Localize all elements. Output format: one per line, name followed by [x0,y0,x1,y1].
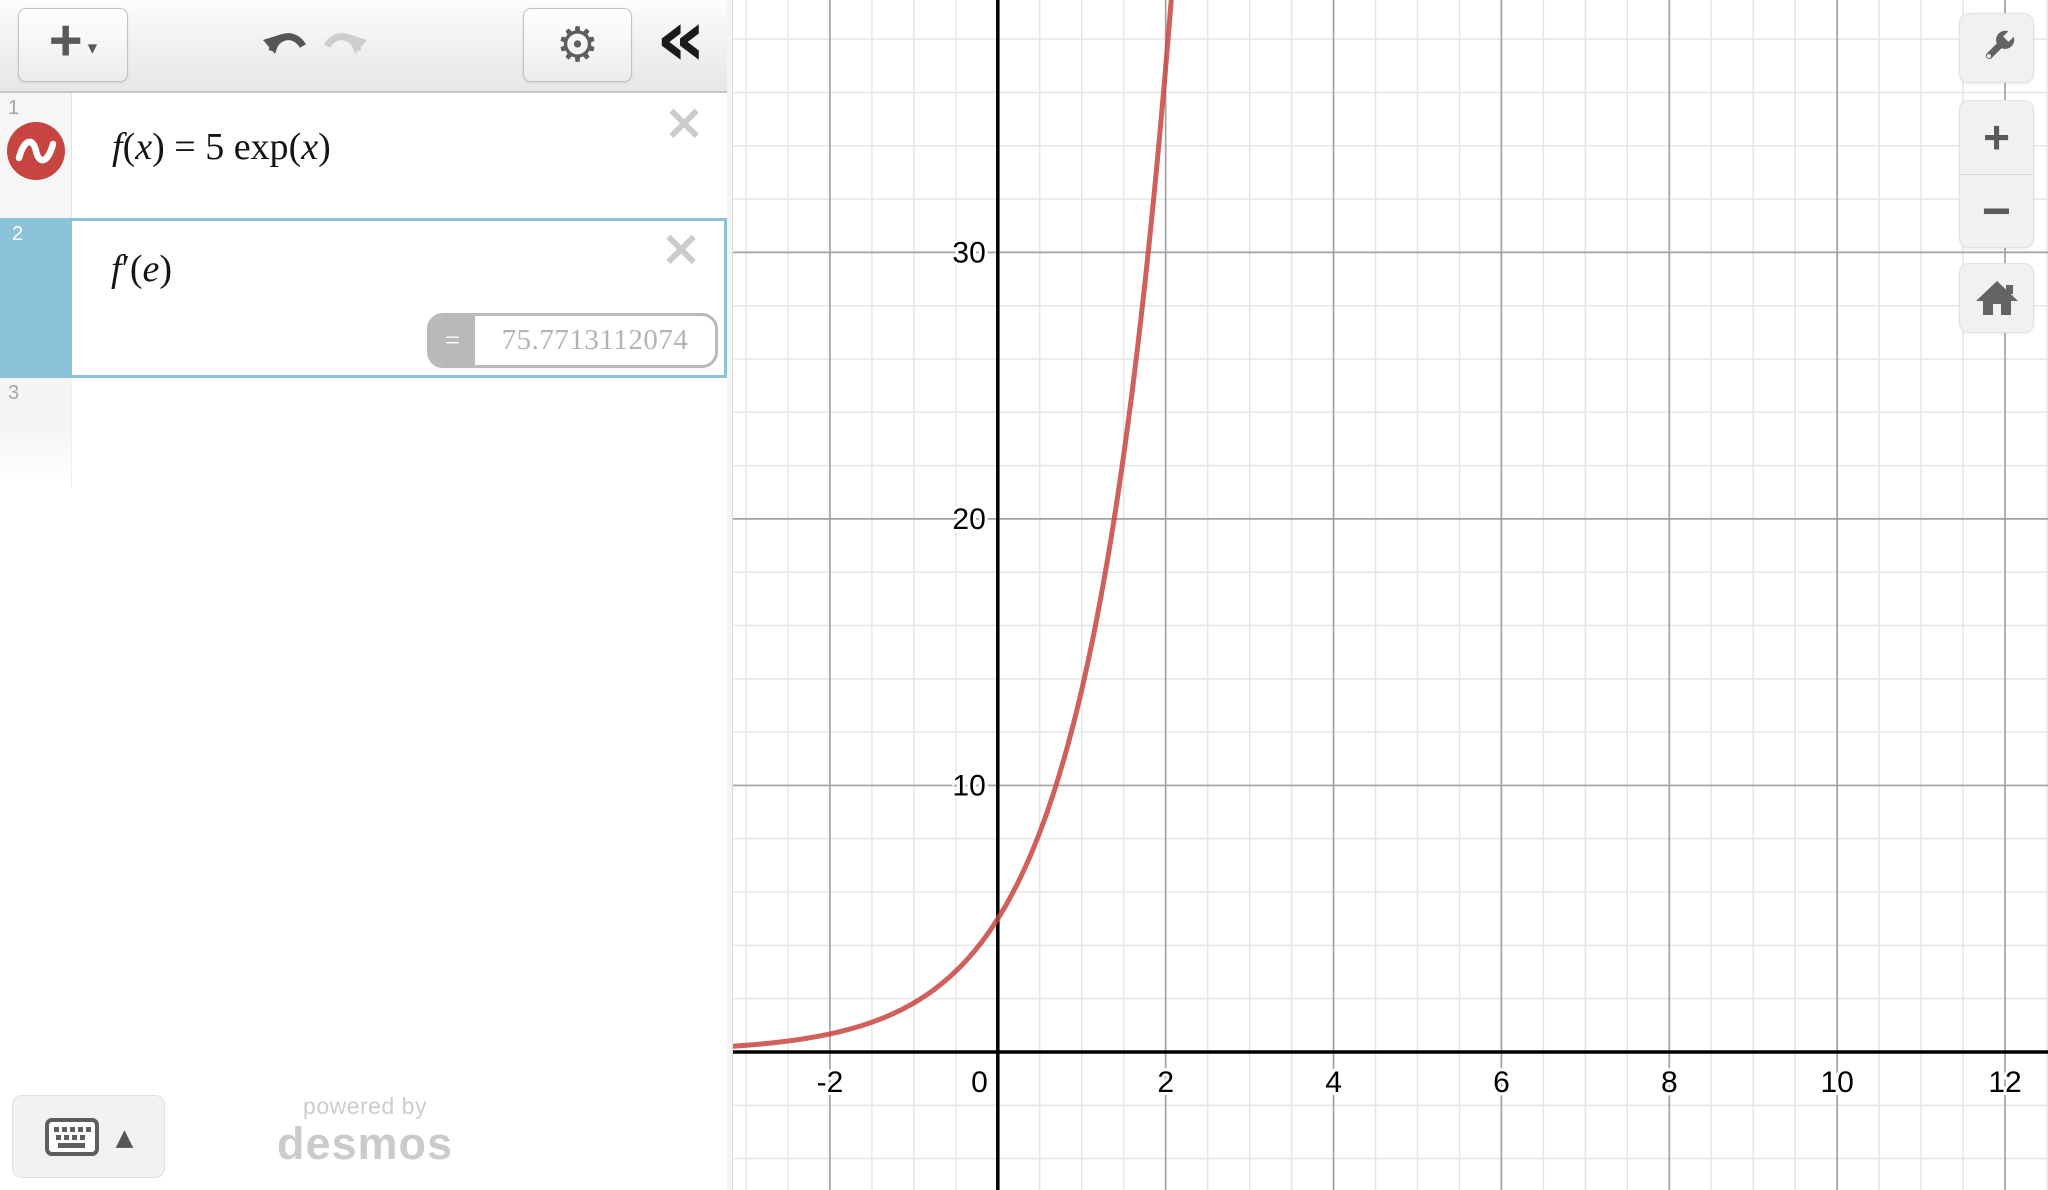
wrench-icon [1974,25,2020,71]
svg-text:10: 10 [1820,1066,1853,1099]
expression-gutter: 3 [0,378,72,488]
chevron-down-icon: ▾ [88,37,98,60]
result-value: 75.7713112074 [475,316,715,365]
graph-paper[interactable]: -2 0 2 4 6 8 10 12 10 20 30 [733,0,2048,1190]
desmos-curve-icon [13,128,59,174]
show-keyboard-button[interactable]: ▲ [12,1095,165,1178]
expression-gutter: 2 [3,221,72,375]
zoom-control: + − [1959,100,2034,248]
gear-icon: ⚙ [556,21,599,69]
double-chevron-left-icon: « [656,0,706,84]
svg-text:2: 2 [1157,1066,1174,1099]
expression-sidebar: + ▾ ⚙ « 1 [0,0,727,1190]
row-number: 1 [8,97,19,120]
zoom-in-button[interactable]: + [1960,101,2033,174]
curve-visibility-toggle[interactable] [7,122,65,180]
expression-row-2-selected[interactable]: 2 f′(e) × = 75.7713112074 [0,218,727,378]
add-expression-button[interactable]: + ▾ [18,8,128,82]
svg-text:30: 30 [952,236,985,269]
expression-gutter: 1 [0,93,72,218]
svg-text:0: 0 [971,1066,988,1099]
expression-math[interactable]: f′(e) [111,247,172,291]
expression-row-1[interactable]: 1 f(x) = 5 exp(x) × [0,93,727,218]
desmos-wordmark: desmos [240,1120,490,1167]
plus-icon: + [1983,110,2010,164]
default-viewport-button[interactable] [1959,263,2034,333]
row-number: 3 [8,382,19,405]
close-icon[interactable]: × [663,97,705,147]
row-number: 2 [12,223,23,246]
expression-list: 1 f(x) = 5 exp(x) × 2 f′(e) × = 75.77131… [0,93,727,488]
sidebar-resize-handle[interactable] [727,0,733,1190]
expression-toolbar: + ▾ ⚙ « [0,0,727,93]
svg-text:4: 4 [1325,1066,1342,1099]
evaluation-result: = 75.7713112074 [427,313,718,368]
minus-icon: − [1982,182,2011,240]
powered-by-text: powered by [240,1094,490,1118]
svg-text:-2: -2 [817,1066,844,1099]
collapse-sidebar-button[interactable]: « [651,0,711,94]
graph-canvas[interactable]: -2 0 2 4 6 8 10 12 10 20 30 [733,0,2048,1190]
graph-settings-button[interactable]: ⚙ [523,8,632,82]
close-icon[interactable]: × [660,223,702,273]
graph-tools-button[interactable] [1959,13,2034,83]
expression-math[interactable]: f(x) = 5 exp(x) [112,125,331,169]
grid-major-lines [733,0,2048,1190]
plus-icon: + [49,12,83,70]
keyboard-icon [44,1116,100,1158]
zoom-out-button[interactable]: − [1960,174,2033,248]
axes [733,0,2048,1190]
redo-arrow-icon [321,26,368,66]
undo-arrow-icon [262,26,309,66]
triangle-up-icon: ▲ [116,1125,134,1151]
equals-badge: = [430,316,475,365]
redo-button[interactable] [321,26,368,71]
svg-text:8: 8 [1661,1066,1678,1099]
expression-row-3-empty[interactable]: 3 [0,378,727,488]
branding: powered by desmos [240,1094,490,1167]
svg-text:6: 6 [1493,1066,1510,1099]
svg-text:12: 12 [1988,1066,2021,1099]
svg-text:20: 20 [952,503,985,536]
grid-minor-lines [733,0,2048,1190]
svg-text:10: 10 [952,769,985,802]
home-icon [1975,278,2019,318]
undo-button[interactable] [262,26,309,71]
